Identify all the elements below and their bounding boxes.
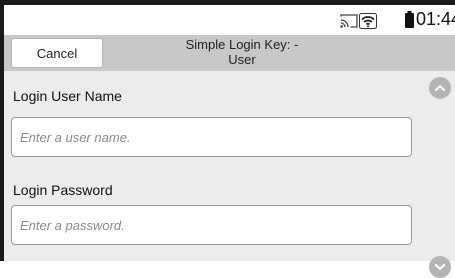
page-title-line-2: User	[228, 52, 256, 67]
scroll-down-button[interactable]	[429, 256, 451, 278]
chevron-up-icon	[435, 85, 445, 91]
cast-icon	[340, 14, 358, 28]
chevron-down-icon	[435, 264, 445, 270]
page-title: Simple Login Key: - User	[154, 37, 330, 67]
cancel-button[interactable]: Cancel	[11, 38, 103, 68]
header-bar: Cancel Simple Login Key: - User	[4, 35, 455, 71]
username-label: Login User Name	[13, 88, 122, 104]
password-field[interactable]	[11, 205, 412, 245]
scroll-up-button[interactable]	[429, 77, 451, 99]
status-clock: 01:44	[416, 9, 455, 29]
username-field[interactable]	[11, 117, 412, 157]
status-bar: 01:44	[4, 5, 455, 35]
login-form: Login User Name Login Password	[4, 71, 455, 278]
password-label: Login Password	[13, 182, 113, 198]
page-title-line-1: Simple Login Key: -	[185, 37, 299, 52]
battery-icon	[405, 11, 414, 28]
wifi-icon	[359, 13, 377, 29]
